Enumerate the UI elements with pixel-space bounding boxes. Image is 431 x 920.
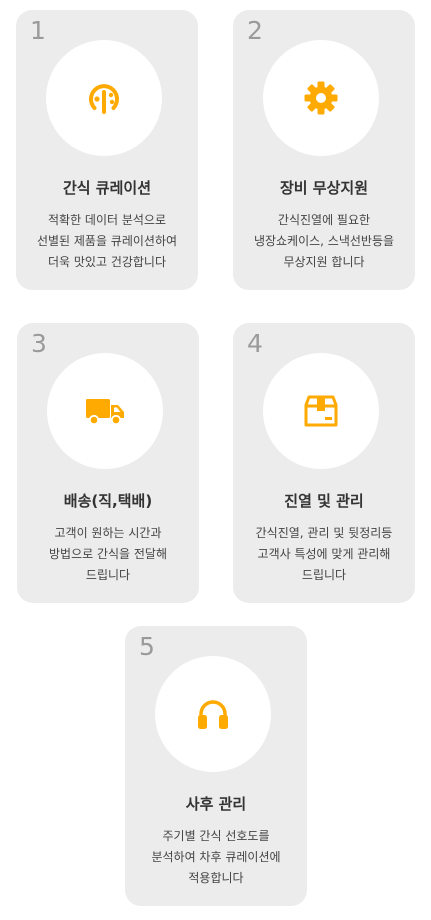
step-number: 1 bbox=[30, 16, 46, 45]
icon-circle bbox=[263, 353, 379, 469]
headphones-icon bbox=[198, 700, 228, 729]
card-description: 간식진열에 필요한 냉장쇼케이스, 스낵선반등을 무상지원 합니다 bbox=[253, 213, 395, 269]
card-description: 간식진열, 관리 및 뒷정리등 고객사 특성에 맞게 관리해 드립니다 bbox=[255, 526, 393, 582]
icon-circle bbox=[47, 353, 163, 469]
box-icon bbox=[304, 395, 338, 427]
service-card-equipment: 2 장비 무상지원 간식진열에 필요한 냉장쇼케이스, 스낵선반등을 무상지원 … bbox=[233, 10, 415, 290]
service-card-display: 4 진열 및 관리 간식진열, 관리 및 뒷정리등 고객사 특성에 맞게 관리해… bbox=[233, 323, 415, 603]
gear-icon bbox=[304, 81, 338, 115]
step-number: 3 bbox=[31, 329, 47, 358]
curation-icon bbox=[89, 84, 119, 114]
card-title: 장비 무상지원 bbox=[279, 179, 369, 197]
icon-circle bbox=[46, 40, 162, 156]
card-title: 진열 및 관리 bbox=[284, 492, 364, 510]
card-description: 고객이 원하는 시간과 방법으로 간식을 전달해 드립니다 bbox=[48, 526, 168, 582]
service-card-aftercare: 5 사후 관리 주기별 간식 선호도를 분석하여 차후 큐레이션에 적용합니다 bbox=[125, 626, 307, 906]
step-number: 2 bbox=[247, 16, 263, 45]
service-card-curation: 1 간식 큐레이션 적확한 데이터 분석으로 선별된 제품을 큐레이션하여 더욱… bbox=[16, 10, 198, 290]
card-description: 적확한 데이터 분석으로 선별된 제품을 큐레이션하여 더욱 맛있고 건강합니다 bbox=[36, 213, 178, 269]
card-title: 사후 관리 bbox=[185, 795, 247, 813]
step-number: 5 bbox=[139, 632, 155, 661]
card-title: 배송(직,택배) bbox=[63, 492, 153, 510]
delivery-truck-icon bbox=[86, 399, 124, 426]
card-description: 주기별 간식 선호도를 분석하여 차후 큐레이션에 적용합니다 bbox=[151, 829, 281, 885]
icon-circle bbox=[155, 656, 271, 772]
service-card-delivery: 3 배송(직,택배) 고객이 원하는 시간과 방법으로 간식을 전달해 드립니다 bbox=[17, 323, 199, 603]
card-title: 간식 큐레이션 bbox=[62, 179, 152, 197]
icon-circle bbox=[263, 40, 379, 156]
step-number: 4 bbox=[247, 329, 263, 358]
